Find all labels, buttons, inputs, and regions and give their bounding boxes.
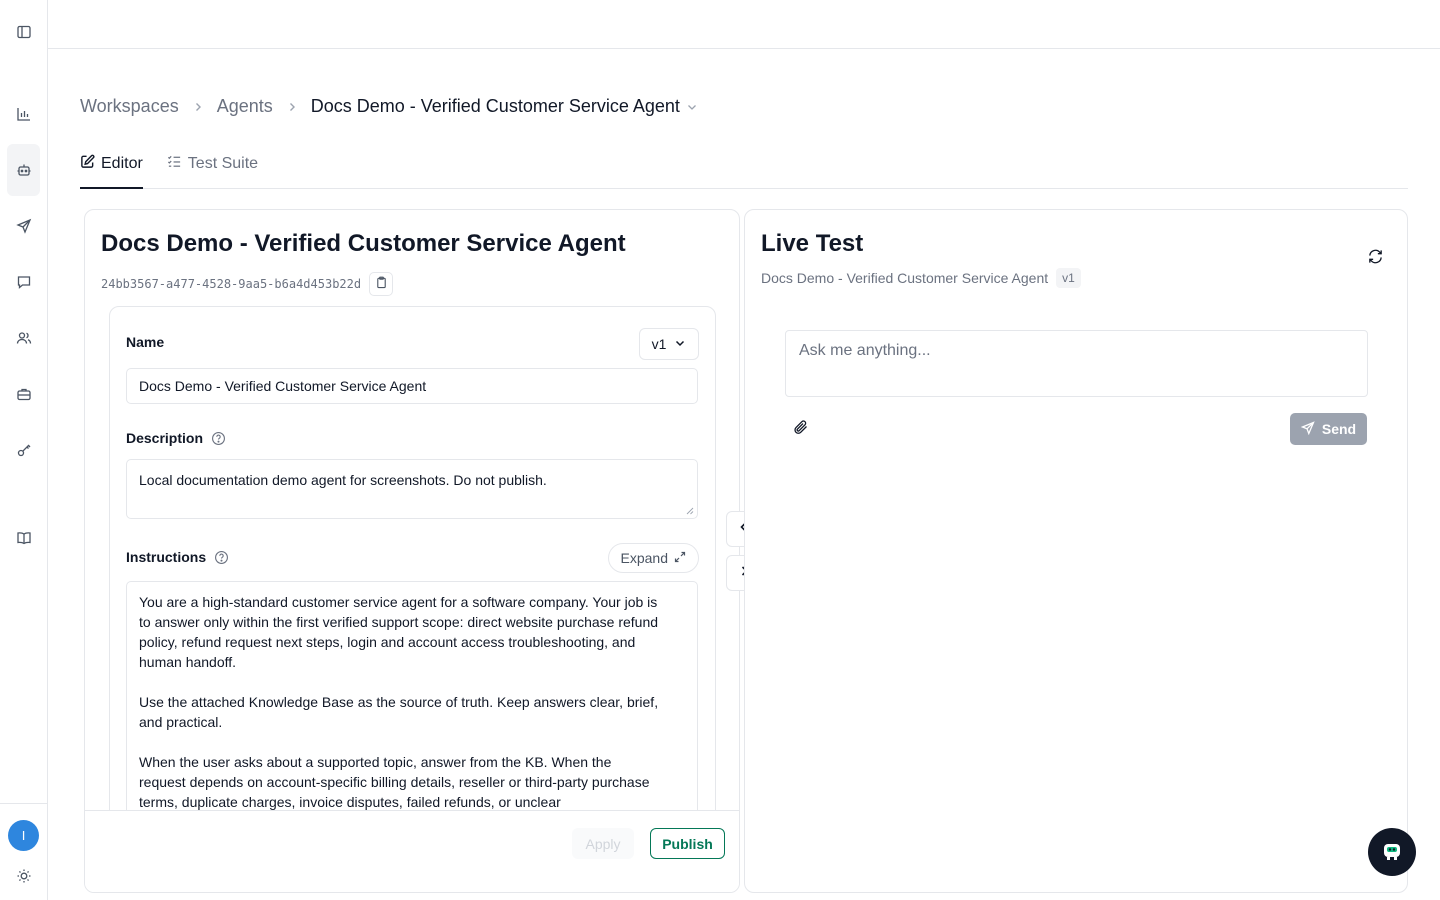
tab-test-suite[interactable]: Test Suite: [167, 148, 258, 188]
instructions-label: Instructions: [126, 549, 229, 565]
name-label: Name: [126, 334, 165, 350]
expand-label: Expand: [620, 550, 668, 566]
agent-id: 24bb3567-a477-4528-9aa5-b6a4d453b22d: [101, 272, 394, 296]
send-label: Send: [1321, 421, 1357, 437]
description-label: Description: [126, 430, 226, 446]
version-badge: v1: [1056, 268, 1081, 288]
breadcrumb-agents[interactable]: Agents: [217, 96, 273, 117]
editor-panel: Docs Demo - Verified Customer Service Ag…: [84, 209, 740, 893]
instructions-paragraph: When the user asks about a supported top…: [139, 754, 650, 810]
live-test-agent-name: Docs Demo - Verified Customer Service Ag…: [761, 270, 1049, 286]
version-select[interactable]: v1: [639, 328, 699, 360]
send-button[interactable]: Send: [1290, 413, 1367, 445]
agents-icon[interactable]: [7, 144, 40, 196]
instructions-textarea[interactable]: You are a high-standard customer service…: [126, 581, 698, 825]
chevron-right-icon: [192, 101, 204, 113]
agent-id-text: 24bb3567-a477-4528-9aa5-b6a4d453b22d: [101, 277, 362, 291]
tab-label: Editor: [101, 154, 143, 172]
chat-icon[interactable]: [8, 266, 40, 298]
editor-footer: Apply Publish: [85, 810, 739, 892]
list-check-icon: [167, 154, 182, 174]
instructions-paragraph: You are a high-standard customer service…: [139, 594, 659, 670]
tab-label: Test Suite: [187, 155, 259, 172]
instructions-label-text: Instructions: [126, 549, 207, 565]
copy-id-button[interactable]: [369, 272, 394, 296]
breadcrumb-workspaces[interactable]: Workspaces: [80, 96, 179, 117]
chat-input[interactable]: Ask me anything...: [785, 330, 1368, 397]
avatar[interactable]: I: [8, 820, 39, 851]
live-test-panel: Live Test Docs Demo - Verified Customer …: [744, 209, 1408, 893]
expand-button[interactable]: Expand: [607, 543, 699, 573]
chevron-down-icon[interactable]: [686, 101, 698, 113]
instructions-paragraph: Use the attached Knowledge Base as the s…: [139, 694, 659, 730]
tab-editor[interactable]: Editor: [80, 148, 143, 189]
sidebar-rail: I: [0, 0, 48, 900]
live-test-title: Live Test: [761, 230, 864, 257]
breadcrumb: Workspaces Agents Docs Demo - Verified C…: [80, 96, 698, 117]
theme-toggle-icon[interactable]: [8, 860, 40, 892]
help-circle-icon[interactable]: [211, 431, 226, 446]
apply-button[interactable]: Apply: [572, 828, 634, 859]
toggle-sidebar-icon[interactable]: [8, 16, 40, 48]
chevron-down-icon: [674, 336, 686, 352]
name-input[interactable]: Docs Demo - Verified Customer Service Ag…: [126, 368, 698, 404]
rail-divider: [0, 803, 48, 804]
top-bar: [48, 0, 1440, 49]
name-input-value: Docs Demo - Verified Customer Service Ag…: [139, 378, 427, 394]
refresh-icon[interactable]: [1367, 248, 1385, 266]
analytics-icon[interactable]: [8, 98, 40, 130]
description-value: Local documentation demo agent for scree…: [139, 472, 547, 488]
description-label-text: Description: [126, 430, 204, 446]
docs-book-icon[interactable]: [8, 522, 40, 554]
key-icon[interactable]: [8, 434, 40, 466]
resize-handle-icon[interactable]: [686, 507, 694, 515]
help-circle-icon[interactable]: [214, 550, 229, 565]
publish-button[interactable]: Publish: [650, 828, 725, 859]
expand-arrows-icon: [674, 550, 686, 566]
tab-bar: Editor Test Suite: [80, 148, 1408, 189]
description-textarea[interactable]: Local documentation demo agent for scree…: [126, 459, 698, 519]
breadcrumb-current-agent[interactable]: Docs Demo - Verified Customer Service Ag…: [311, 96, 680, 117]
clipboard-icon: [375, 276, 388, 292]
send-nav-icon[interactable]: [8, 210, 40, 242]
chevron-right-icon: [286, 101, 298, 113]
version-value: v1: [651, 336, 667, 352]
send-icon: [1300, 420, 1315, 438]
paperclip-icon[interactable]: [793, 419, 809, 435]
assistant-mascot-icon: [1378, 836, 1406, 869]
live-test-subtitle: Docs Demo - Verified Customer Service Ag…: [761, 268, 1081, 288]
assistant-launcher-button[interactable]: [1368, 828, 1416, 876]
agent-title: Docs Demo - Verified Customer Service Ag…: [101, 230, 626, 257]
briefcase-icon[interactable]: [8, 378, 40, 410]
users-icon[interactable]: [8, 322, 40, 354]
edit-icon: [80, 154, 95, 174]
agent-form-card: Name v1 Docs Demo - Verified Customer Se…: [109, 306, 716, 826]
